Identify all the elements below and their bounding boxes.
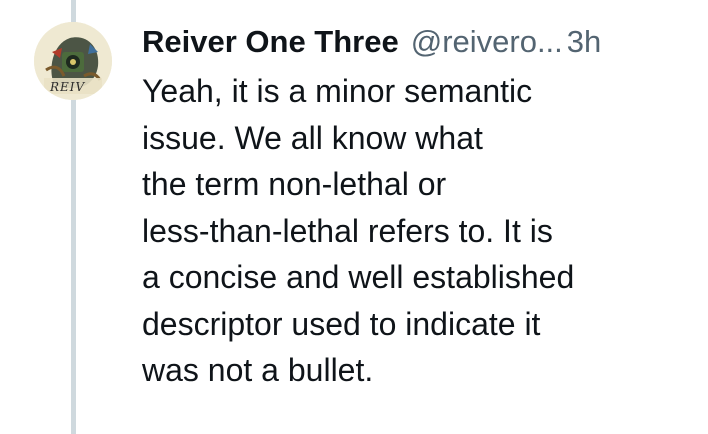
tweet-header: Reiver One Three @reivero... 3h <box>142 18 702 66</box>
tweet-timestamp[interactable]: 3h <box>567 24 601 60</box>
tweet-text: Yeah, it is a minor semantic issue. We a… <box>142 73 575 388</box>
avatar[interactable]: REIV <box>34 22 112 100</box>
author-handle[interactable]: @reivero... <box>411 24 563 60</box>
author-display-name[interactable]: Reiver One Three <box>142 24 399 60</box>
avatar-wordmark: REIV <box>50 80 86 94</box>
